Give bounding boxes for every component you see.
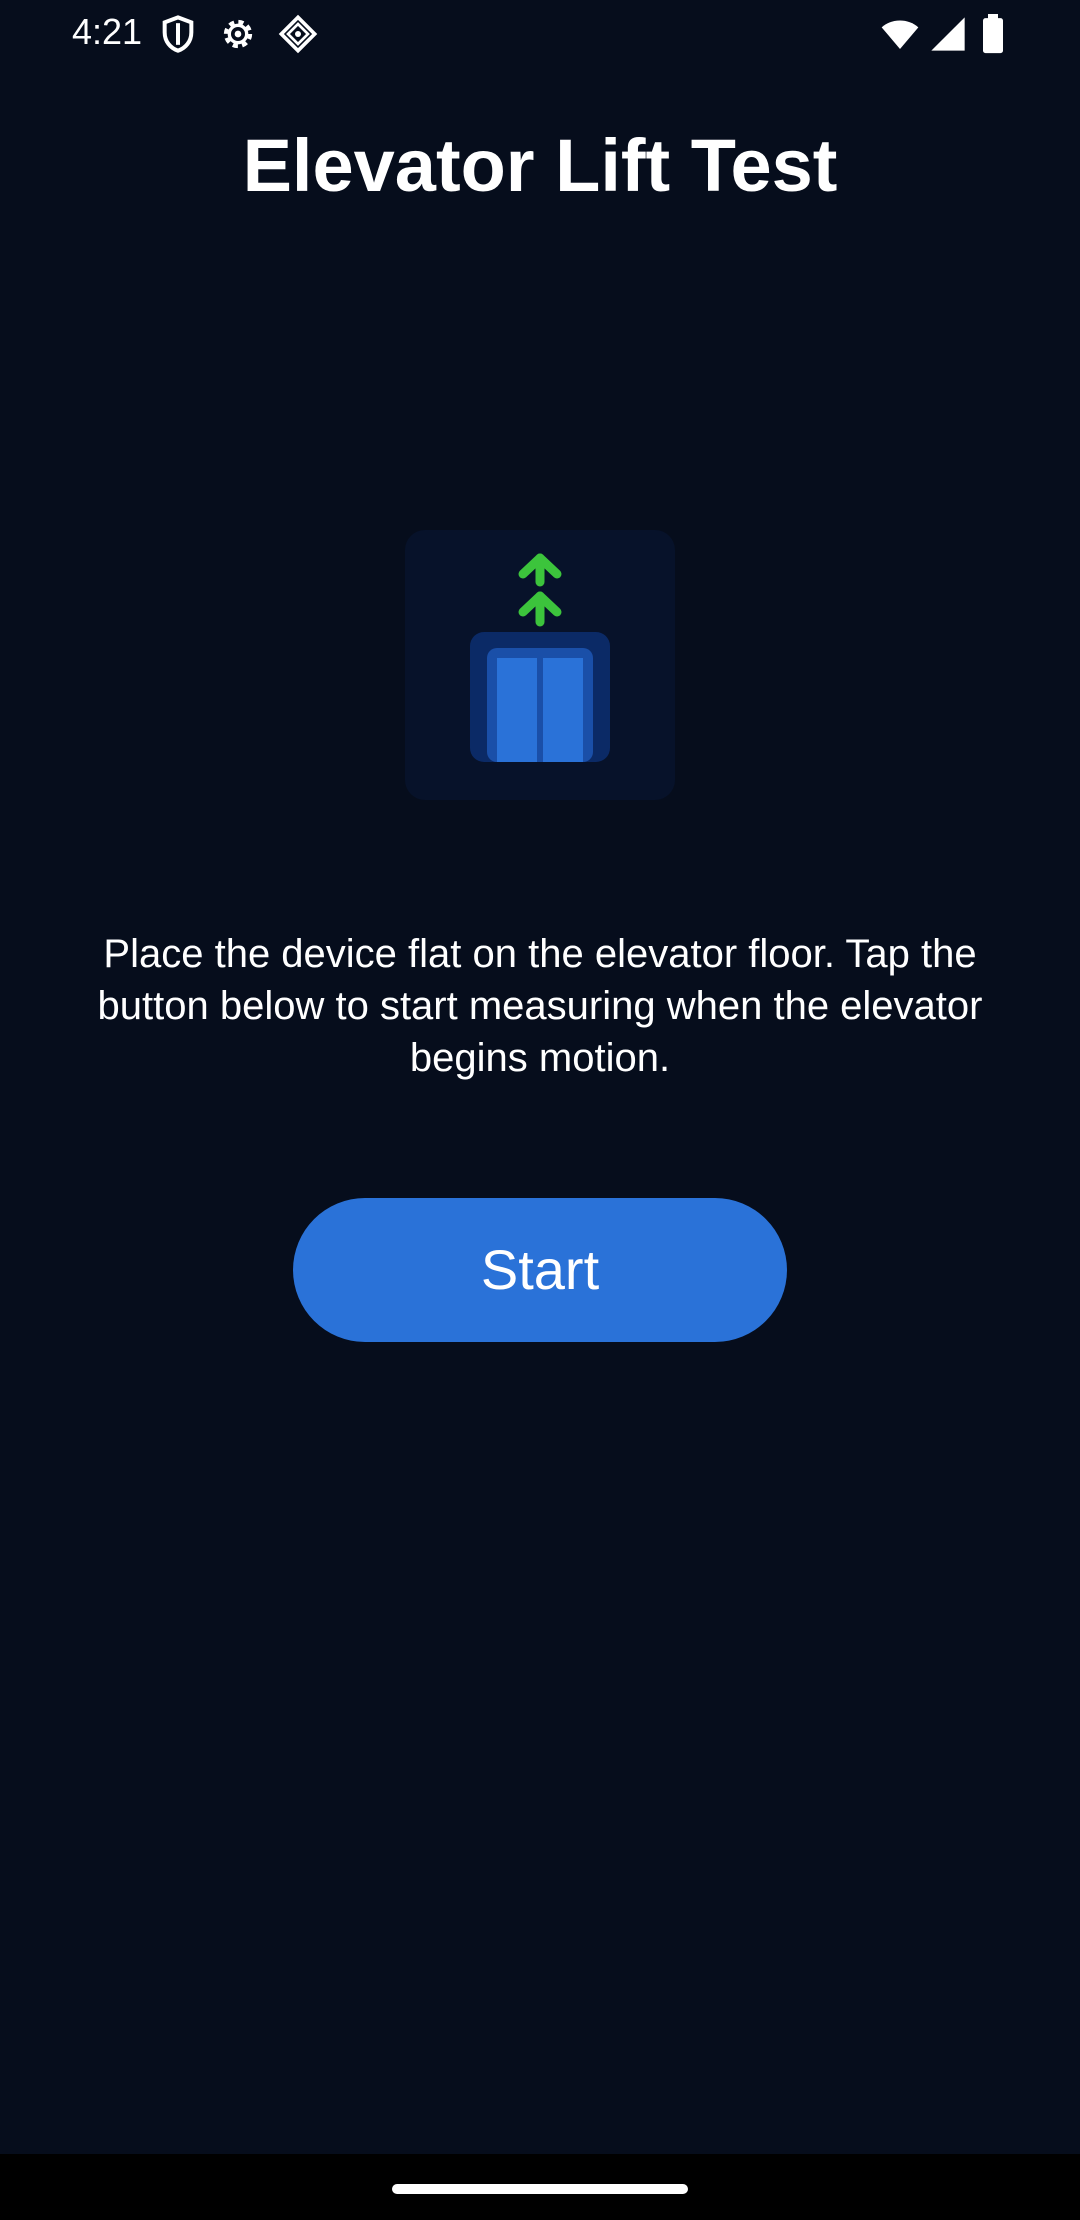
- signal-icon: [928, 14, 968, 54]
- start-button[interactable]: Start: [293, 1198, 787, 1342]
- home-handle[interactable]: [392, 2184, 688, 2194]
- gear-icon: [218, 14, 258, 54]
- page-title: Elevator Lift Test: [242, 124, 838, 207]
- wifi-icon: [880, 14, 920, 54]
- shield-icon: [158, 14, 198, 54]
- elevator-up-icon: [405, 530, 675, 800]
- status-time: 4:21: [72, 11, 143, 52]
- instructions-text: Place the device flat on the elevator fl…: [97, 932, 983, 1080]
- diamond-icon: [278, 14, 318, 54]
- status-bar: 4:21: [0, 0, 1080, 66]
- battery-icon: [980, 14, 1006, 54]
- navigation-bar: [0, 2154, 1080, 2220]
